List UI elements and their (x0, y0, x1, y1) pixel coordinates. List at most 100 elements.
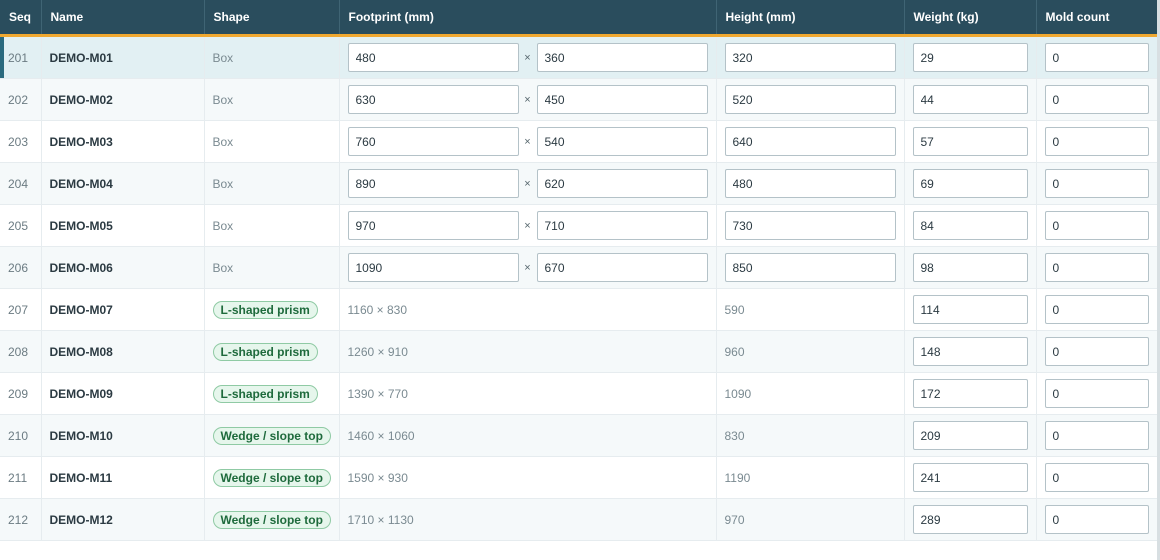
weight-input[interactable] (912, 43, 1028, 72)
weight-input[interactable] (912, 253, 1028, 282)
footprint-width-input[interactable] (347, 169, 519, 198)
footprint-width-input[interactable] (347, 43, 519, 72)
column-header-height[interactable]: Height (mm) (716, 0, 905, 37)
footprint-cell: × (339, 162, 717, 205)
weight-input[interactable] (912, 337, 1028, 366)
shape-badge: Wedge / slope top (212, 468, 331, 487)
footprint-cell: × (339, 246, 717, 289)
mold-count-input[interactable] (1044, 211, 1149, 240)
footprint-times-separator: × (524, 261, 531, 274)
mold-count-input[interactable] (1044, 169, 1149, 198)
weight-input[interactable] (912, 127, 1028, 156)
seq-cell: 207 (0, 288, 42, 331)
height-text: 830 (716, 414, 905, 457)
table-row[interactable]: 204DEMO-M04Box × (0, 162, 1157, 205)
table-row[interactable]: 211 DEMO-M11 Wedge / slope top 1590 × 930 11… (0, 456, 1157, 499)
shape-cell: Box (204, 120, 340, 163)
seq-cell: 208 (0, 330, 42, 373)
footprint-times-separator: × (524, 177, 531, 190)
weight-input[interactable] (912, 421, 1028, 450)
table-row[interactable]: 208 DEMO-M08 L-shaped prism 1260 × 910 960 (0, 330, 1157, 373)
height-input[interactable] (724, 127, 896, 156)
mold-count-cell (1036, 288, 1157, 331)
mold-count-input[interactable] (1044, 337, 1149, 366)
column-header-mold-count[interactable]: Mold count (1036, 0, 1157, 37)
table-row[interactable]: 209 DEMO-M09 L-shaped prism 1390 × 770 1090 (0, 372, 1157, 415)
weight-input[interactable] (912, 85, 1028, 114)
weight-cell (904, 330, 1037, 373)
height-input[interactable] (724, 211, 896, 240)
footprint-depth-input[interactable] (536, 253, 708, 282)
table-row[interactable]: 202DEMO-M02Box × (0, 78, 1157, 121)
seq-cell: 212 (0, 498, 42, 541)
table-row[interactable]: 206DEMO-M06Box × (0, 246, 1157, 289)
column-header-seq[interactable]: Seq (0, 0, 42, 37)
footprint-cell: × (339, 204, 717, 247)
weight-input[interactable] (912, 379, 1028, 408)
name-cell: DEMO-M03 (41, 120, 205, 163)
name-cell: DEMO-M01 (41, 35, 205, 79)
name-cell: DEMO-M12 (41, 498, 205, 541)
table-row[interactable]: 201DEMO-M01Box × (0, 35, 1157, 79)
weight-input[interactable] (912, 169, 1028, 198)
height-text: 960 (716, 330, 905, 373)
mold-count-input[interactable] (1044, 85, 1149, 114)
shape-cell: Wedge / slope top (204, 414, 340, 457)
footprint-depth-input[interactable] (536, 169, 708, 198)
weight-cell (904, 162, 1037, 205)
mold-count-input[interactable] (1044, 253, 1149, 282)
mold-count-input[interactable] (1044, 127, 1149, 156)
height-input[interactable] (724, 85, 896, 114)
table-row[interactable]: 205DEMO-M05Box × (0, 204, 1157, 247)
height-input[interactable] (724, 169, 896, 198)
column-header-weight[interactable]: Weight (kg) (904, 0, 1037, 37)
table-row[interactable]: 210 DEMO-M10 Wedge / slope top 1460 × 1060 8… (0, 414, 1157, 457)
mold-count-cell (1036, 35, 1157, 79)
mold-count-cell (1036, 414, 1157, 457)
footprint-width-input[interactable] (347, 211, 519, 240)
table-header-row: Seq Name Shape Footprint (mm) Height (mm… (0, 0, 1157, 37)
shape-cell: L-shaped prism (204, 330, 340, 373)
weight-input[interactable] (912, 211, 1028, 240)
footprint-depth-input[interactable] (536, 43, 708, 72)
column-header-shape[interactable]: Shape (204, 0, 340, 37)
height-input[interactable] (724, 43, 896, 72)
footprint-depth-input[interactable] (536, 127, 708, 156)
mold-count-input[interactable] (1044, 379, 1149, 408)
shape-cell: Box (204, 35, 340, 79)
column-header-footprint[interactable]: Footprint (mm) (339, 0, 717, 37)
table-row[interactable]: 207 DEMO-M07 L-shaped prism 1160 × 830 590 (0, 288, 1157, 331)
height-input[interactable] (724, 253, 896, 282)
mold-count-input[interactable] (1044, 505, 1149, 534)
table-row[interactable]: 203DEMO-M03Box × (0, 120, 1157, 163)
weight-cell (904, 288, 1037, 331)
footprint-depth-input[interactable] (536, 211, 708, 240)
shape-badge: L-shaped prism (212, 384, 318, 403)
height-text: 1190 (716, 456, 905, 499)
footprint-width-input[interactable] (347, 127, 519, 156)
mold-count-cell (1036, 204, 1157, 247)
column-header-name[interactable]: Name (41, 0, 205, 37)
footprint-depth-input[interactable] (536, 85, 708, 114)
seq-cell: 202 (0, 78, 42, 121)
weight-input[interactable] (912, 505, 1028, 534)
height-cell (716, 246, 905, 289)
height-cell (716, 78, 905, 121)
mold-count-cell (1036, 78, 1157, 121)
shape-cell: Wedge / slope top (204, 456, 340, 499)
footprint-width-input[interactable] (347, 85, 519, 114)
mold-count-input[interactable] (1044, 463, 1149, 492)
weight-cell (904, 498, 1037, 541)
shape-badge: Wedge / slope top (212, 426, 331, 445)
mold-count-input[interactable] (1044, 421, 1149, 450)
mold-count-input[interactable] (1044, 295, 1149, 324)
seq-cell: 204 (0, 162, 42, 205)
table-row[interactable]: 212 DEMO-M12 Wedge / slope top 1710 × 1130 9… (0, 498, 1157, 541)
shape-cell: Box (204, 246, 340, 289)
footprint-width-input[interactable] (347, 253, 519, 282)
height-cell (716, 35, 905, 79)
weight-input[interactable] (912, 463, 1028, 492)
weight-input[interactable] (912, 295, 1028, 324)
shape-cell: L-shaped prism (204, 372, 340, 415)
mold-count-input[interactable] (1044, 43, 1149, 72)
